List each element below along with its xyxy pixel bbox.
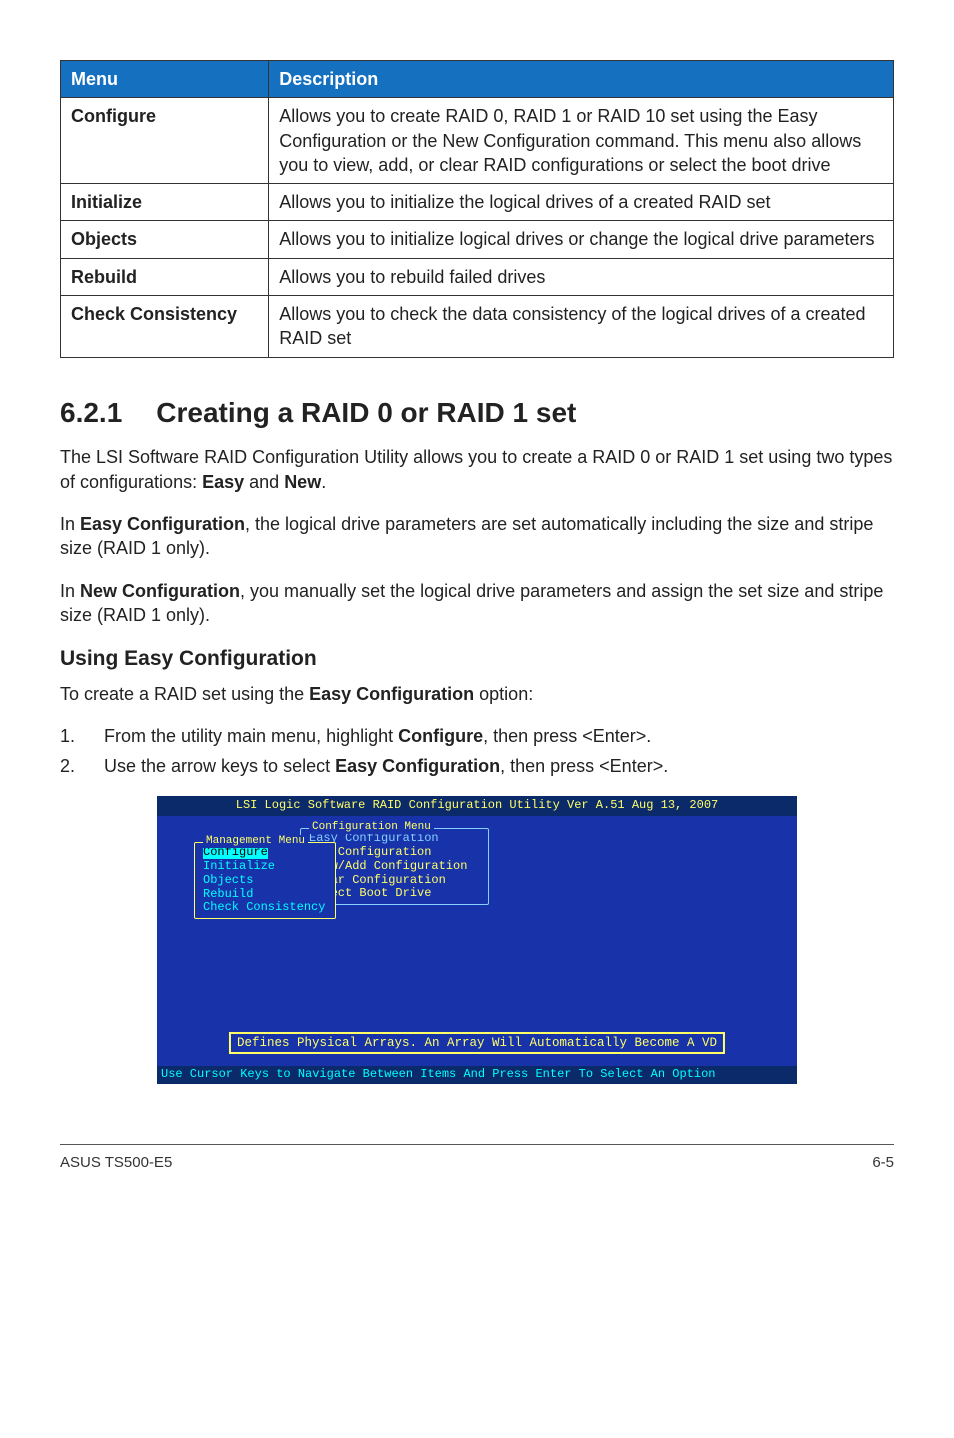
table-cell-desc: Allows you to initialize logical drives … <box>269 221 894 258</box>
table-cell-menu: Objects <box>61 221 269 258</box>
table-cell-menu: Configure <box>61 98 269 184</box>
footer-left: ASUS TS500-E5 <box>60 1153 172 1173</box>
paragraph-intro: The LSI Software RAID Configuration Util… <box>60 445 894 494</box>
text: The LSI Software RAID Configuration Util… <box>60 447 892 491</box>
table-cell-desc: Allows you to initialize the logical dri… <box>269 184 894 221</box>
table-row: Rebuild Allows you to rebuild failed dri… <box>61 258 894 295</box>
management-menu-legend: Management Menu <box>203 835 308 848</box>
menu-description-table: Menu Description Configure Allows you to… <box>60 60 894 358</box>
bios-title-bar: LSI Logic Software RAID Configuration Ut… <box>157 796 797 816</box>
table-row: Objects Allows you to initialize logical… <box>61 221 894 258</box>
bios-window: LSI Logic Software RAID Configuration Ut… <box>157 796 797 1084</box>
table-row: Check Consistency Allows you to check th… <box>61 296 894 358</box>
table-cell-desc: Allows you to create RAID 0, RAID 1 or R… <box>269 98 894 184</box>
management-menu-panel: Management Menu Configure Initialize Obj… <box>194 842 336 919</box>
section-heading: 6.2.1 Creating a RAID 0 or RAID 1 set <box>60 394 894 432</box>
configuration-menu-legend: Configuration Menu <box>309 821 434 834</box>
bold-configure: Configure <box>398 726 483 746</box>
mgmt-item-rebuild[interactable]: Rebuild <box>203 888 327 902</box>
mgmt-item-configure[interactable]: Configure <box>203 846 327 860</box>
table-row: Configure Allows you to create RAID 0, R… <box>61 98 894 184</box>
text: From the utility main menu, highlight <box>104 726 398 746</box>
text: Use the arrow keys to select <box>104 756 335 776</box>
bios-screenshot: LSI Logic Software RAID Configuration Ut… <box>60 796 894 1084</box>
text: . <box>321 472 326 492</box>
text: In <box>60 581 80 601</box>
section-title-text: Creating a RAID 0 or RAID 1 set <box>156 397 576 428</box>
table-header-menu: Menu <box>61 61 269 98</box>
steps-list: 1. From the utility main menu, highlight… <box>60 724 894 779</box>
table-cell-menu: Check Consistency <box>61 296 269 358</box>
bold-new-configuration: New Configuration <box>80 581 240 601</box>
bold-easy: Easy <box>202 472 244 492</box>
bios-footer-bar: Use Cursor Keys to Navigate Between Item… <box>157 1066 797 1084</box>
mgmt-item-check-consistency[interactable]: Check Consistency <box>203 901 327 915</box>
table-cell-menu: Initialize <box>61 184 269 221</box>
mgmt-item-initialize[interactable]: Initialize <box>203 860 327 874</box>
step-text: From the utility main menu, highlight Co… <box>104 724 651 748</box>
mgmt-item-objects[interactable]: Objects <box>203 874 327 888</box>
step-number: 1. <box>60 724 104 748</box>
footer-right: 6-5 <box>872 1153 894 1173</box>
table-cell-menu: Rebuild <box>61 258 269 295</box>
text: and <box>244 472 284 492</box>
bold-easy-configuration: Easy Configuration <box>335 756 500 776</box>
table-cell-desc: Allows you to check the data consistency… <box>269 296 894 358</box>
bios-hint-box: Defines Physical Arrays. An Array Will A… <box>229 1032 725 1054</box>
step-number: 2. <box>60 754 104 778</box>
paragraph-create-intro: To create a RAID set using the Easy Conf… <box>60 682 894 706</box>
paragraph-new-config: In New Configuration, you manually set t… <box>60 579 894 628</box>
text: , then press <Enter>. <box>483 726 651 746</box>
bios-body: Configuration Menu Easy Configuration Ne… <box>157 816 797 1066</box>
text: , then press <Enter>. <box>500 756 668 776</box>
paragraph-easy-config: In Easy Configuration, the logical drive… <box>60 512 894 561</box>
table-cell-desc: Allows you to rebuild failed drives <box>269 258 894 295</box>
text: To create a RAID set using the <box>60 684 309 704</box>
page-footer: ASUS TS500-E5 6-5 <box>60 1144 894 1173</box>
list-item: 1. From the utility main menu, highlight… <box>60 724 894 748</box>
bold-new: New <box>284 472 321 492</box>
step-text: Use the arrow keys to select Easy Config… <box>104 754 668 778</box>
bold-easy-configuration: Easy Configuration <box>80 514 245 534</box>
table-row: Initialize Allows you to initialize the … <box>61 184 894 221</box>
text: option: <box>474 684 533 704</box>
table-header-description: Description <box>269 61 894 98</box>
bold-easy-configuration: Easy Configuration <box>309 684 474 704</box>
section-number: 6.2.1 <box>60 394 122 432</box>
list-item: 2. Use the arrow keys to select Easy Con… <box>60 754 894 778</box>
subheading-using-easy-configuration: Using Easy Configuration <box>60 645 894 673</box>
text: In <box>60 514 80 534</box>
